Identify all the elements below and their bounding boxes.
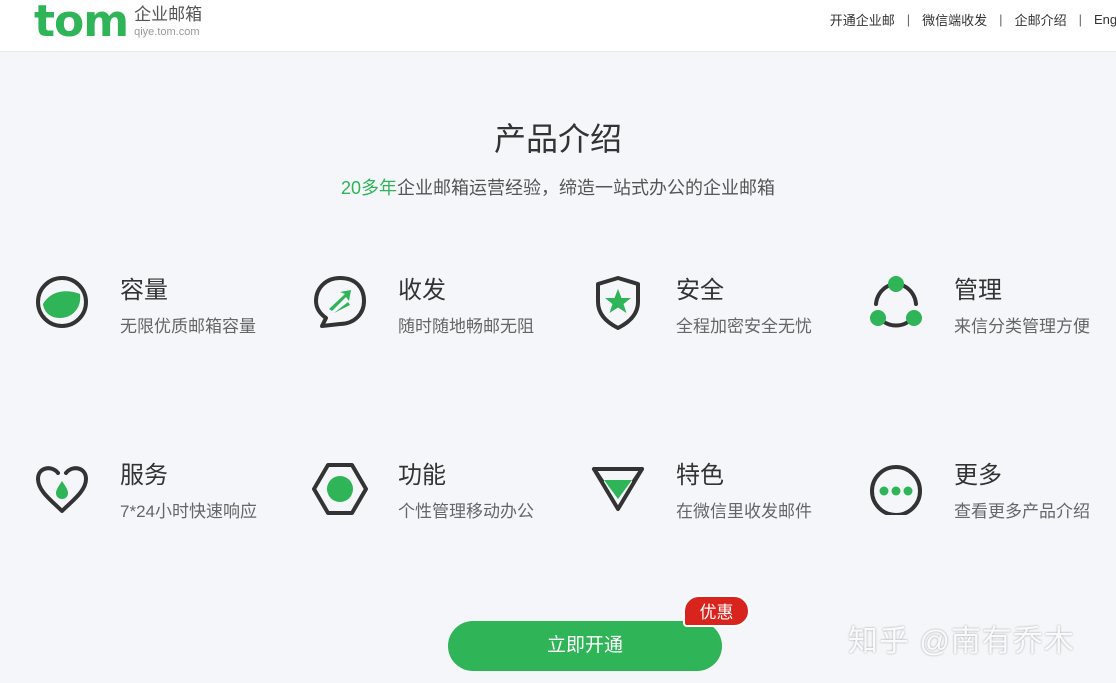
nav-english[interactable]: Engl	[1082, 12, 1116, 27]
logo-subtitle: 企业邮箱 qiye.tom.com	[134, 4, 202, 38]
diamond-icon	[592, 467, 644, 511]
feature-desc: 7*24小时快速响应	[120, 502, 257, 521]
subtitle-highlight: 20多年	[340, 178, 398, 198]
open-now-button[interactable]: 立即开通	[448, 621, 722, 671]
section-title: 产品介绍	[493, 121, 622, 157]
feature-title: 功能	[398, 462, 446, 489]
top-nav: 开通企业邮 | 微信端收发 | 企邮介绍 | Engl	[818, 10, 1116, 29]
feature-desc: 在微信里收发邮件	[676, 502, 812, 521]
feature-title: 特色	[676, 462, 724, 489]
feature-desc: 全程加密安全无忧	[676, 317, 812, 336]
discount-badge: 优惠	[683, 595, 750, 627]
feature-special[interactable]: 特色 在微信里收发邮件	[590, 455, 850, 535]
management-icon	[870, 276, 922, 328]
feature-desc: 个性管理移动办公	[398, 502, 534, 521]
heart-drop-icon	[36, 466, 88, 513]
logo-word: tom	[34, 0, 129, 47]
more-icon	[870, 465, 922, 515]
top-header: tom 企业邮箱 qiye.tom.com 开通企业邮 | 微信端收发 | 企邮…	[0, 0, 1116, 52]
feature-security[interactable]: 安全 全程加密安全无忧	[590, 270, 850, 350]
feature-management[interactable]: 管理 来信分类管理方便	[868, 270, 1116, 350]
feature-desc: 来信分类管理方便	[954, 317, 1090, 336]
feature-title: 更多	[954, 462, 1002, 489]
section-subtitle: 20多年企业邮箱运营经验，缔造一站式办公的企业邮箱	[0, 174, 1116, 200]
watermark: 知乎 @南有乔木	[848, 625, 1075, 658]
feature-service[interactable]: 服务 7*24小时快速响应	[34, 455, 294, 535]
nav-intro[interactable]: 企邮介绍	[1003, 10, 1079, 29]
subtitle-text: 企业邮箱运营经验，缔造一站式办公的企业邮箱	[397, 178, 776, 198]
feature-desc: 无限优质邮箱容量	[120, 317, 256, 336]
logo-cn: 企业邮箱	[134, 5, 203, 24]
hexagon-icon	[312, 463, 368, 515]
logo-url: qiye.tom.com	[134, 26, 200, 38]
send-receive-icon	[314, 276, 366, 328]
capacity-icon	[36, 276, 88, 328]
feature-capacity[interactable]: 容量 无限优质邮箱容量	[34, 270, 294, 350]
feature-title: 管理	[954, 277, 1002, 304]
feature-function[interactable]: 功能 个性管理移动办公	[312, 455, 572, 535]
feature-desc: 查看更多产品介绍	[954, 502, 1090, 521]
feature-desc: 随时随地畅邮无阻	[398, 317, 534, 336]
feature-title: 容量	[120, 277, 168, 304]
feature-title: 收发	[398, 277, 446, 304]
nav-open-mail[interactable]: 开通企业邮	[818, 10, 907, 29]
shield-star-icon	[596, 276, 640, 330]
feature-more[interactable]: 更多 查看更多产品介绍	[868, 455, 1116, 535]
tom-logo[interactable]: tom 企业邮箱 qiye.tom.com	[34, 0, 202, 47]
nav-wechat[interactable]: 微信端收发	[910, 10, 999, 29]
feature-send-receive[interactable]: 收发 随时随地畅邮无阻	[312, 270, 572, 350]
feature-title: 安全	[676, 277, 724, 304]
feature-title: 服务	[120, 462, 168, 489]
